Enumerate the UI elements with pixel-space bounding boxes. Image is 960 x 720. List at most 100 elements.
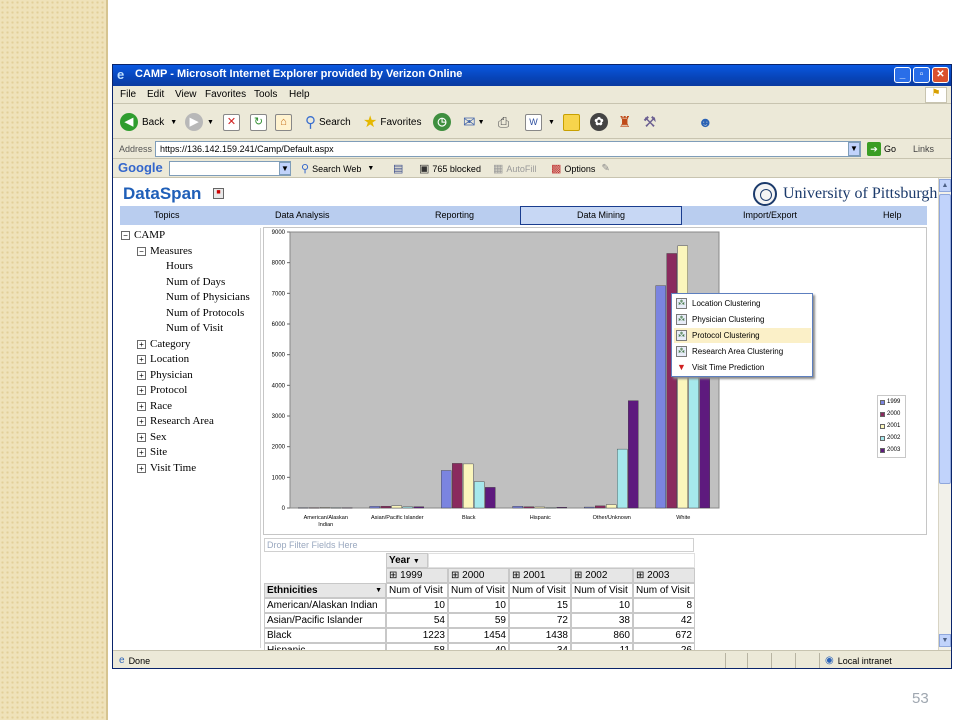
chart-legend: 1999 2000 2001 2002 2003: [877, 395, 906, 458]
tree-item-protocol[interactable]: + Protocol: [137, 384, 187, 396]
year-2002-header[interactable]: ⊞ 2002: [571, 568, 633, 583]
mail-button[interactable]: ✉ ▼: [463, 112, 485, 132]
history-button[interactable]: ◷: [433, 112, 451, 132]
google-search-dropdown[interactable]: ▼: [279, 162, 291, 175]
menu-tools[interactable]: Tools: [254, 89, 277, 100]
status-separator: [725, 653, 726, 668]
tree-item-num-of-visit[interactable]: Num of Visit: [166, 322, 223, 334]
bar: [666, 253, 677, 509]
year-1999-header[interactable]: ⊞ 1999: [386, 568, 448, 583]
edit-button[interactable]: W ▼: [525, 112, 555, 132]
users-icon: ☻: [698, 114, 713, 130]
year-field-button[interactable]: Year ▼: [386, 553, 428, 568]
search-web-button[interactable]: ⚲ Search Web ▼: [301, 160, 374, 177]
address-dropdown-button[interactable]: ▼: [848, 142, 860, 156]
measure-header: Num of Visit: [386, 583, 448, 598]
menu-help[interactable]: Help: [289, 89, 310, 100]
scroll-down-icon[interactable]: ▼: [939, 634, 951, 647]
menu-favorites[interactable]: Favorites: [205, 89, 246, 100]
stop-button[interactable]: ✕: [223, 112, 240, 132]
go-button[interactable]: ➔ Go: [867, 142, 896, 156]
research-button[interactable]: ♜: [618, 112, 631, 132]
expand-icon: +: [137, 416, 146, 426]
menu-item-label: Visit Time Prediction: [692, 363, 765, 372]
tree-item-physician[interactable]: + Physician: [137, 369, 193, 381]
nav-help[interactable]: Help: [883, 210, 902, 220]
menu-item-physician-clustering[interactable]: ⁂ Physician Clustering: [674, 312, 811, 327]
menu-file[interactable]: File: [120, 89, 136, 100]
plot-area: [289, 231, 720, 509]
intranet-icon: ◉: [825, 655, 834, 666]
chevron-down-icon: ▼: [207, 118, 214, 126]
tree-item-num-of-protocols[interactable]: Num of Protocols: [166, 307, 244, 319]
home-button[interactable]: ⌂: [275, 112, 292, 132]
slide-number: 53: [912, 690, 929, 707]
links-button[interactable]: Links: [913, 144, 934, 154]
refresh-button[interactable]: ↻: [250, 112, 267, 132]
menu-item-protocol-clustering[interactable]: ⁂ Protocol Clustering: [674, 328, 811, 343]
forward-button[interactable]: ▶ ▼: [185, 112, 214, 132]
messenger-button[interactable]: ✿: [590, 112, 608, 132]
nav-reporting[interactable]: Reporting: [435, 210, 474, 220]
year-2003-header[interactable]: ⊞ 2003: [633, 568, 695, 583]
y-tick-label: 9000: [272, 230, 286, 236]
scroll-up-icon[interactable]: ▲: [939, 179, 951, 192]
tree-item-research-area[interactable]: + Research Area: [137, 415, 214, 427]
tree-item-sex[interactable]: + Sex: [137, 431, 167, 443]
year-2001-header[interactable]: ⊞ 2001: [509, 568, 571, 583]
tools-button[interactable]: ⚒: [643, 112, 656, 132]
search-web-icon: ⚲: [301, 163, 310, 175]
bar: [545, 507, 556, 509]
popup-blocker-button[interactable]: ▣ 765 blocked: [419, 160, 481, 177]
folder-button[interactable]: [563, 112, 580, 132]
users-button[interactable]: ☻: [698, 112, 713, 132]
menu-item-research-area-clustering[interactable]: ⁂ Research Area Clustering: [674, 344, 811, 359]
tree-item-hours[interactable]: Hours: [166, 260, 193, 272]
pagerank-button[interactable]: ▤: [393, 160, 403, 177]
options-button[interactable]: ▩ Options ✎: [551, 160, 610, 177]
nav-data-analysis[interactable]: Data Analysis: [275, 210, 330, 220]
address-input[interactable]: https://136.142.159.241/Camp/Default.asp…: [155, 141, 861, 157]
menu-edit[interactable]: Edit: [147, 89, 164, 100]
cluster-icon: ⁂: [676, 346, 687, 357]
pivot-cell: 59: [448, 613, 509, 628]
bar: [655, 285, 666, 509]
dataspan-logo-icon: ■: [213, 188, 224, 199]
pivot-cell: 38: [571, 613, 633, 628]
tree-measures[interactable]: − Measures: [137, 245, 192, 257]
tree-item-site[interactable]: + Site: [137, 446, 167, 458]
chevron-down-icon: ▼: [548, 118, 555, 126]
bar: [298, 507, 309, 509]
tree-item-num-of-days[interactable]: Num of Days: [166, 276, 225, 288]
year-2000-header[interactable]: ⊞ 2000: [448, 568, 509, 583]
nav-import-export[interactable]: Import/Export: [743, 210, 797, 220]
drop-filter-zone[interactable]: Drop Filter Fields Here: [264, 538, 694, 552]
vertical-scrollbar[interactable]: ▲ ▼: [938, 178, 951, 650]
scroll-thumb[interactable]: [939, 194, 951, 484]
print-button[interactable]: ⎙: [498, 112, 509, 132]
autofill-button[interactable]: ▦ AutoFill: [493, 160, 536, 177]
tree-item-category[interactable]: + Category: [137, 338, 190, 350]
nav-data-mining[interactable]: Data Mining: [577, 210, 625, 220]
tree-item-num-of-physicians[interactable]: Num of Physicians: [166, 291, 250, 303]
google-toolbar: Google ▼ ⚲ Search Web ▼ ▤ ▣ 765 blocked …: [113, 159, 951, 178]
row-field-button[interactable]: Ethnicities ▼: [264, 583, 386, 598]
favorites-button[interactable]: ★ Favorites: [363, 112, 421, 132]
nav-topics[interactable]: Topics: [154, 210, 180, 220]
tree-root[interactable]: − CAMP: [121, 229, 165, 241]
menu-item-location-clustering[interactable]: ⁂ Location Clustering: [674, 296, 811, 311]
tree-item-race[interactable]: + Race: [137, 400, 172, 412]
x-tick-label: White: [676, 515, 690, 521]
menu-item-visit-time-prediction[interactable]: ▼ Visit Time Prediction: [674, 360, 811, 375]
tree-item-location[interactable]: + Location: [137, 353, 189, 365]
google-search-input[interactable]: [169, 161, 291, 176]
options-label: Options: [564, 163, 596, 174]
maximize-button[interactable]: ▫: [913, 67, 930, 83]
tree-item-visit-time[interactable]: + Visit Time: [137, 462, 196, 474]
close-button[interactable]: ✕: [932, 67, 949, 83]
search-button[interactable]: ⚲ Search: [305, 112, 351, 132]
back-button[interactable]: ◀ Back ▼: [120, 112, 177, 132]
menu-view[interactable]: View: [175, 89, 197, 100]
google-logo[interactable]: Google: [118, 160, 163, 175]
minimize-button[interactable]: _: [894, 67, 911, 83]
